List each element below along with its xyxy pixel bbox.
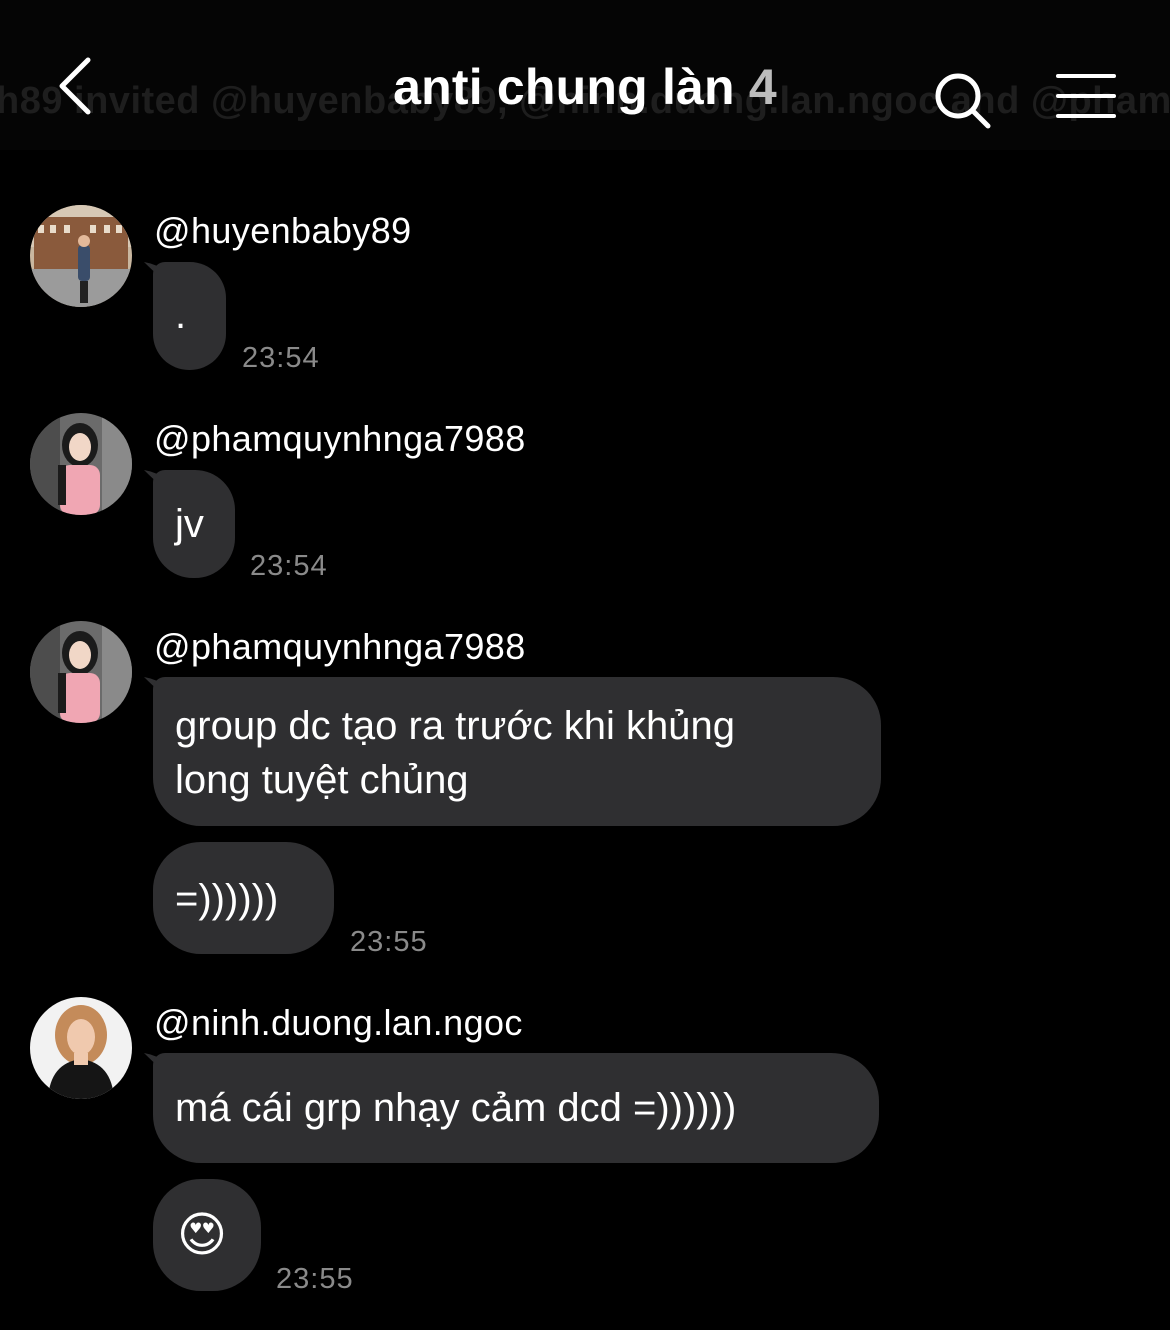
sender-username[interactable]: @ninh.duong.lan.ngoc (154, 1002, 523, 1044)
avatar[interactable] (30, 621, 132, 723)
message-bubble[interactable]: =)))))) (153, 842, 334, 954)
message-text: má cái grp nhạy cảm dcd =)))))) (175, 1086, 737, 1130)
chat-header: h89 invited @huyenbaby89, @ninh.duong.la… (0, 0, 1170, 150)
message-text: =)))))) (175, 877, 279, 921)
message-text: . (175, 293, 187, 337)
message-bubble[interactable]: má cái grp nhạy cảm dcd =)))))) (153, 1053, 879, 1163)
message-bubble[interactable]: . (153, 262, 226, 370)
menu-icon-line (1056, 94, 1116, 98)
message-timestamp: 23:55 (276, 1263, 354, 1295)
message-timestamp: 23:54 (242, 342, 320, 374)
sender-username[interactable]: @huyenbaby89 (154, 210, 412, 252)
chat-title-text: anti chung làn (393, 59, 749, 115)
search-button[interactable] (930, 66, 996, 132)
message-bubble[interactable]: jv (153, 470, 235, 578)
menu-icon (1056, 74, 1116, 78)
message-text: jv (175, 502, 204, 546)
message-timestamp: 23:54 (250, 550, 328, 582)
message-timestamp: 23:55 (350, 926, 428, 958)
message-text: group dc tạo ra trước khi khủng long tuy… (175, 704, 735, 802)
member-count: 4 (748, 59, 777, 115)
message-bubble[interactable]: group dc tạo ra trước khi khủng long tuy… (153, 677, 881, 826)
message-bubble[interactable]: 😍 (153, 1179, 261, 1291)
sender-username[interactable]: @phamquynhnga7988 (154, 626, 526, 668)
menu-button[interactable] (1052, 66, 1122, 126)
avatar[interactable] (30, 413, 132, 515)
emoji-message: 😍 (177, 1207, 228, 1263)
avatar[interactable] (30, 205, 132, 307)
avatar[interactable] (30, 997, 132, 1099)
menu-icon-line (1056, 114, 1116, 118)
sender-username[interactable]: @phamquynhnga7988 (154, 418, 526, 460)
search-icon (935, 73, 991, 129)
